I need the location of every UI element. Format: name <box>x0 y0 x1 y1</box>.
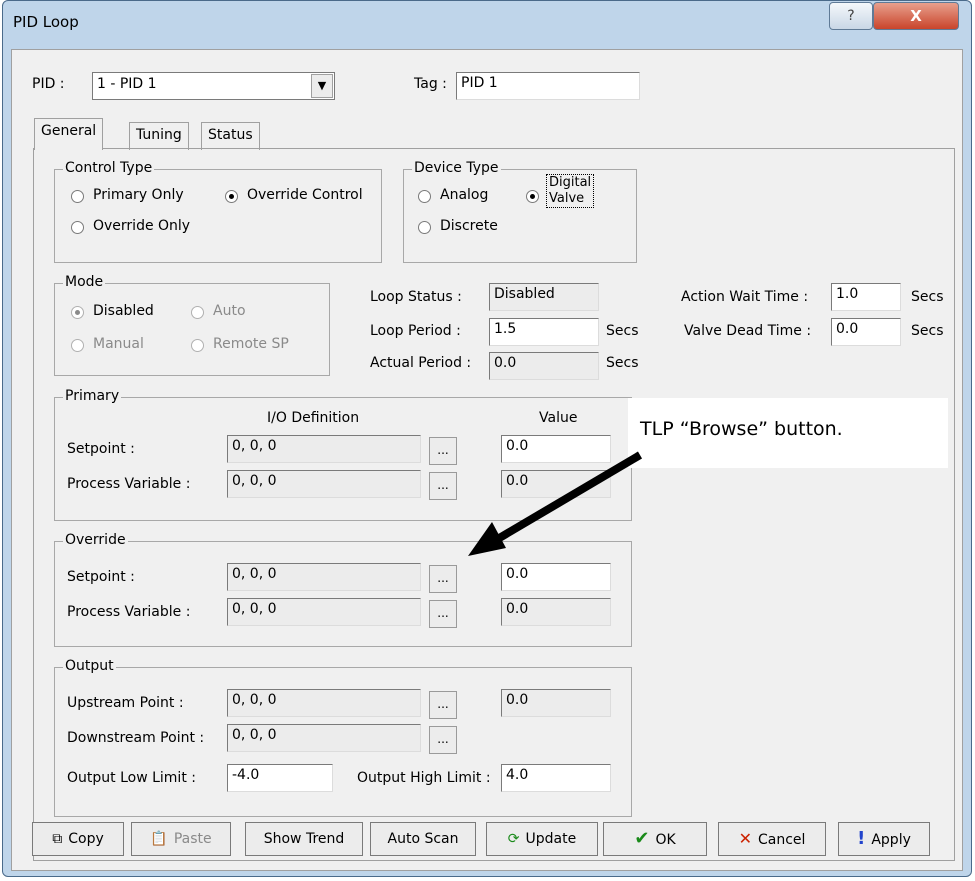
callout-arrow <box>468 451 643 556</box>
callout-arrow-line <box>493 451 643 544</box>
tab-general[interactable]: General <box>34 118 104 150</box>
callout-arrow-head <box>468 522 506 556</box>
